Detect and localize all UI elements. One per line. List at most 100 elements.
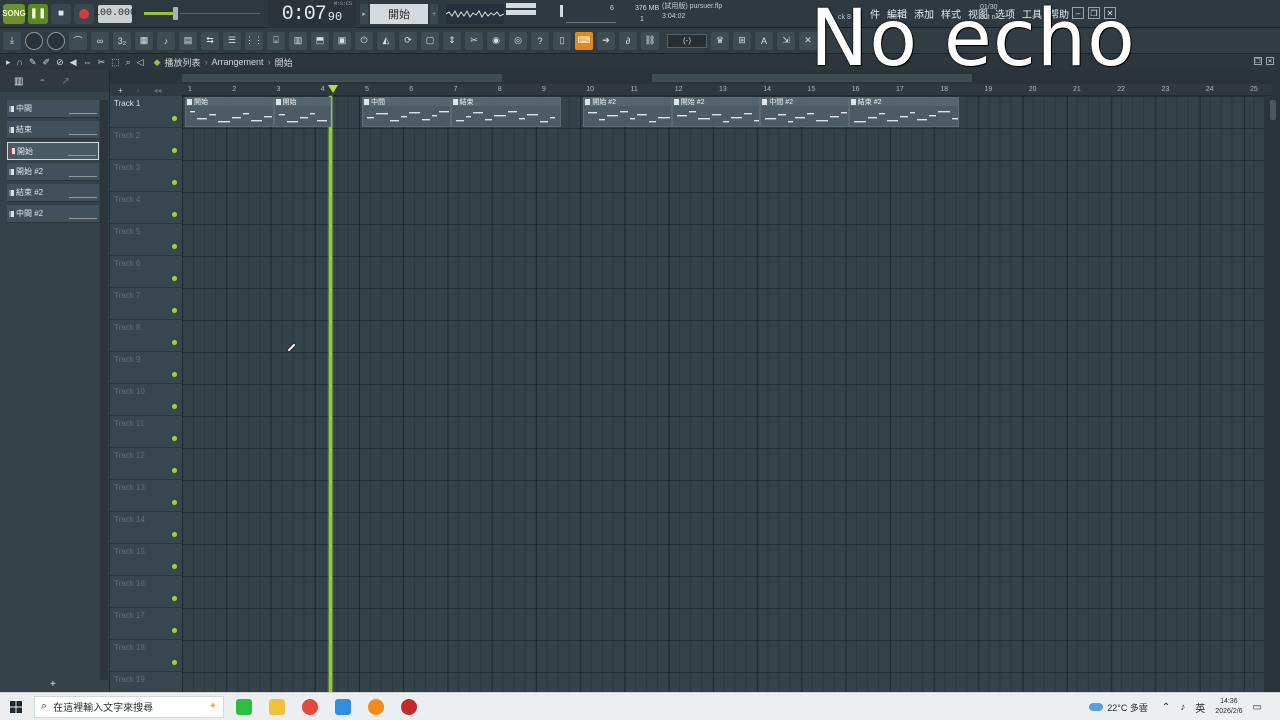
stamp-icon[interactable]: ♛ <box>711 31 729 50</box>
track-header[interactable]: Track 13 <box>110 480 182 512</box>
track-header[interactable]: Track 15 <box>110 544 182 576</box>
pattern-item[interactable]: 中間 <box>7 100 99 118</box>
track-mute-led[interactable] <box>172 340 177 345</box>
track-mute-led[interactable] <box>172 468 177 473</box>
track-mute-led[interactable] <box>172 596 177 601</box>
track-header[interactable]: Track 17 <box>110 608 182 640</box>
pattern-name[interactable]: 開始 <box>370 4 428 24</box>
notification-icon[interactable]: ▭ <box>1253 702 1262 713</box>
audio-icon[interactable]: ◓ <box>39 76 45 87</box>
pattern-item[interactable]: 結束 #2 <box>7 184 99 202</box>
track-mute-led[interactable] <box>172 308 177 313</box>
add-track-icon[interactable]: + <box>118 86 123 95</box>
breadcrumb-playlist[interactable]: 播放列表 <box>165 56 201 69</box>
channel-rack-icon[interactable]: ▥ <box>289 31 307 50</box>
stop-button[interactable]: ■ <box>51 3 71 24</box>
alt-icon[interactable]: A <box>755 31 773 50</box>
track-header[interactable]: Track 12 <box>110 448 182 480</box>
mute-tool-icon[interactable]: ◀ <box>70 57 77 68</box>
automation-icon[interactable]: ↗ <box>62 76 70 87</box>
tablet-icon[interactable]: ▯ <box>553 31 571 50</box>
pattern-selector[interactable]: ▸ 開始 + <box>360 4 440 24</box>
pattern-clip[interactable]: 中間 <box>362 97 451 127</box>
track-arrow-icon[interactable]: ◂◂ <box>154 86 162 95</box>
markers-icon[interactable]: ⇲ <box>777 31 795 50</box>
pattern-clip[interactable]: 結束 #2 <box>848 97 960 127</box>
pattern-clip[interactable]: 開始 #2 <box>671 97 761 127</box>
playback-icon[interactable]: ◁ <box>137 57 144 68</box>
track-header[interactable]: Track 6 <box>110 256 182 288</box>
fl-studio-taskbar-icon[interactable] <box>363 695 389 719</box>
playlist-close-icon[interactable]: ✕ <box>1266 57 1274 65</box>
slip-icon[interactable]: ⇔ <box>83 57 92 67</box>
record-button[interactable] <box>74 3 94 24</box>
track-header[interactable]: Track 10 <box>110 384 182 416</box>
song-time-display[interactable]: 0:07 90 M:S:CS <box>268 0 356 28</box>
arrow-icon[interactable]: ➜ <box>597 31 615 50</box>
master-volume-slider[interactable] <box>144 7 178 20</box>
track-mute-led[interactable] <box>172 532 177 537</box>
track-mute-led[interactable] <box>172 660 177 665</box>
tempo-display[interactable]: 100.000 <box>94 4 136 23</box>
slice-icon[interactable]: ✂ <box>98 57 106 68</box>
pattern-item[interactable]: 中間 #2 <box>7 205 99 223</box>
track-header[interactable]: Track 16 <box>110 576 182 608</box>
track-mute-led[interactable] <box>172 180 177 185</box>
copilot-sparkle-icon[interactable]: ✦ <box>209 701 217 712</box>
bar-ruler[interactable]: 1 2 3 4 5 6 7 8 9 10 11 12 13 14 15 16 17 18 19 20 21 22 23 24 2… <box>182 84 1272 96</box>
pattern-clip[interactable]: 結束 <box>450 97 562 127</box>
pattern-clip[interactable]: 開始 #2 <box>583 97 672 127</box>
multilink-icon[interactable]: ⇆ <box>201 31 219 50</box>
rubber-icon[interactable]: ◭ <box>377 31 395 50</box>
tray-chevron-icon[interactable]: ⌃ <box>1162 702 1170 713</box>
download-icon[interactable]: ⤓ <box>3 31 21 50</box>
track-header[interactable]: Track 18 <box>110 640 182 672</box>
picker-scrollbar[interactable] <box>100 100 108 680</box>
chain-icon[interactable]: ⛓ <box>641 31 659 50</box>
master-pitch-slider[interactable] <box>180 13 260 14</box>
track-mute-led[interactable] <box>172 244 177 249</box>
delete-tool-icon[interactable]: ⊘ <box>56 57 64 68</box>
track-mute-led[interactable] <box>172 564 177 569</box>
song-position-marker[interactable] <box>328 85 338 93</box>
track-mute-led[interactable] <box>172 276 177 281</box>
track-mute-led[interactable] <box>172 628 177 633</box>
taskbar-clock[interactable]: 14:36 2026/2/6 <box>1215 697 1242 717</box>
pattern-item[interactable]: 開始 <box>7 142 99 160</box>
playlist-vertical-scrollbar[interactable] <box>1266 96 1280 692</box>
touch-icon[interactable]: ⇕ <box>443 31 461 50</box>
track-header[interactable]: Track 8 <box>110 320 182 352</box>
playlist-restore-icon[interactable]: ❐ <box>1254 57 1262 65</box>
track-mute-led[interactable] <box>172 500 177 505</box>
playhead[interactable] <box>329 96 333 692</box>
playlist-menu-icon[interactable]: ▸ <box>6 57 11 68</box>
snapshot-icon[interactable]: ▤ <box>179 31 197 50</box>
track-tool-icon[interactable]: ◦ <box>137 86 140 95</box>
wait-input-icon[interactable] <box>47 31 65 50</box>
pencil-icon[interactable]: ✎ <box>29 57 37 68</box>
mixer-icon[interactable]: ⋮⋮ <box>245 31 263 50</box>
save-icon[interactable]: ▢ <box>421 31 439 50</box>
step-edit-icon[interactable]: ▦ <box>135 31 153 50</box>
track-mute-led[interactable] <box>172 372 177 377</box>
playlist-grid[interactable]: 開始 開始 中間 結束 開始 #2 開始 #2 中間 #2 結束 #2 <box>182 96 1264 692</box>
track-header[interactable]: Track 3 <box>110 160 182 192</box>
grid-icon[interactable]: ⊞ <box>733 31 751 50</box>
patterns-icon[interactable]: ▥ <box>14 76 23 87</box>
loop-record-icon[interactable]: ∞ <box>91 31 109 50</box>
track-mute-led[interactable] <box>172 436 177 441</box>
paint-icon[interactable]: ✐ <box>43 57 51 68</box>
track-header[interactable]: Track 9 <box>110 352 182 384</box>
cut-icon[interactable]: ✂ <box>465 31 483 50</box>
song-mode-button[interactable]: SONG <box>2 3 26 24</box>
pattern-add-icon[interactable]: + <box>430 4 438 24</box>
track-header[interactable]: Track 14 <box>110 512 182 544</box>
magnet-icon[interactable]: ∩ <box>17 57 23 67</box>
taskbar-search[interactable]: ⌕ 在這裡輸入文字來搜尋 ✦ <box>34 695 224 718</box>
track-header[interactable]: Track 5 <box>110 224 182 256</box>
file-explorer-icon[interactable] <box>264 695 290 719</box>
recorder-app-icon[interactable] <box>396 695 422 719</box>
play-pause-button[interactable]: ❚❚ <box>28 3 48 24</box>
track-header[interactable]: Track 11 <box>110 416 182 448</box>
plugin-icon[interactable]: ⬒ <box>311 31 329 50</box>
